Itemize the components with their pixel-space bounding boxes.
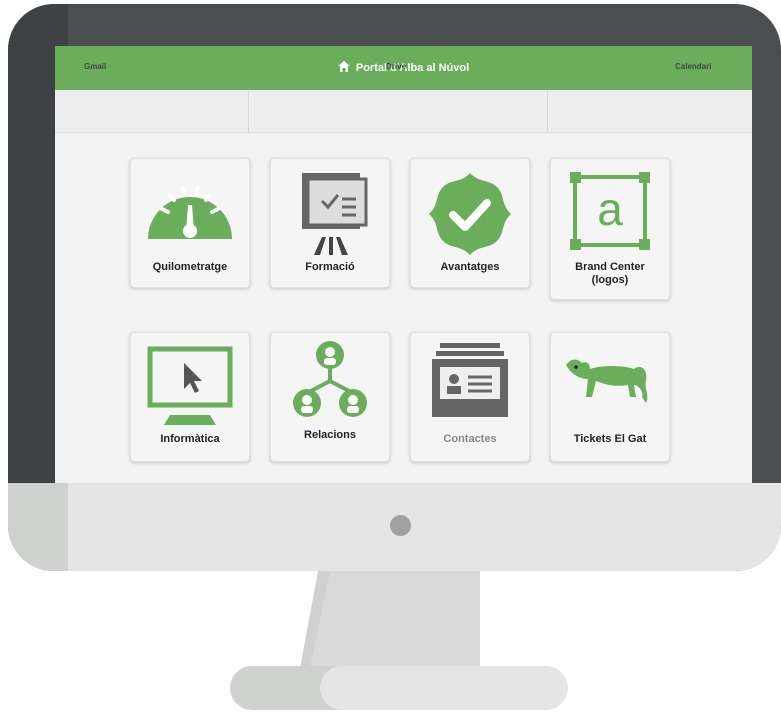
- tile-informatica[interactable]: Informàtica: [130, 332, 250, 462]
- quick-link-label: Gmail: [84, 62, 107, 71]
- tile-label: Informàtica: [160, 433, 220, 445]
- speedometer-icon: [148, 186, 232, 239]
- tile-label: Contactes: [443, 433, 497, 445]
- quick-link-gmail[interactable]: Gmail: [84, 50, 106, 71]
- divider: [248, 90, 249, 132]
- logo-frame-icon: a: [570, 172, 650, 250]
- tile-label: Brand Center (logos): [575, 261, 645, 286]
- people-network-icon: [293, 341, 367, 417]
- tile-contactes[interactable]: Contactes: [410, 332, 530, 462]
- svg-text:a: a: [597, 183, 623, 235]
- tile-brand-center[interactable]: a Brand Center (logos): [550, 158, 670, 300]
- quick-links-bar: [55, 90, 752, 133]
- tile-label: Tickets El Gat: [573, 433, 647, 445]
- tile-tickets-el-gat[interactable]: Tickets El Gat: [550, 332, 670, 462]
- quick-link-label: Drive: [386, 62, 407, 71]
- presentation-board-icon: [302, 173, 368, 255]
- tile-avantatges[interactable]: Avantatges: [410, 158, 530, 288]
- portal-title: Portal d'Alba al Núvol: [355, 62, 470, 74]
- tile-formacio[interactable]: Formació: [270, 158, 390, 288]
- tile-label: Relacions: [304, 429, 356, 441]
- verified-badge-icon: [429, 173, 511, 255]
- screen: Portal d'Alba al Núvol Gmail Drive Calen…: [55, 46, 752, 483]
- tile-quilometratge[interactable]: Quilometratge: [130, 158, 250, 288]
- divider: [547, 90, 548, 132]
- cat-icon: [566, 359, 648, 403]
- tile-relacions[interactable]: Relacions: [270, 332, 390, 462]
- monitor-cursor-icon: [147, 346, 233, 425]
- quick-link-calendari[interactable]: Calendari: [675, 50, 711, 71]
- home-icon[interactable]: [337, 61, 350, 75]
- contact-cards-icon: [432, 343, 508, 417]
- calendar-icon: [688, 50, 699, 60]
- quick-link-drive[interactable]: Drive: [386, 50, 406, 71]
- drive-icon: [391, 50, 401, 60]
- tile-label: Quilometratge: [152, 261, 228, 273]
- gmail-icon: [90, 50, 101, 60]
- tile-label: Formació: [305, 261, 355, 273]
- monitor-base: [320, 666, 568, 710]
- tile-label: Avantatges: [440, 261, 500, 273]
- quick-link-label: Calendari: [675, 62, 712, 71]
